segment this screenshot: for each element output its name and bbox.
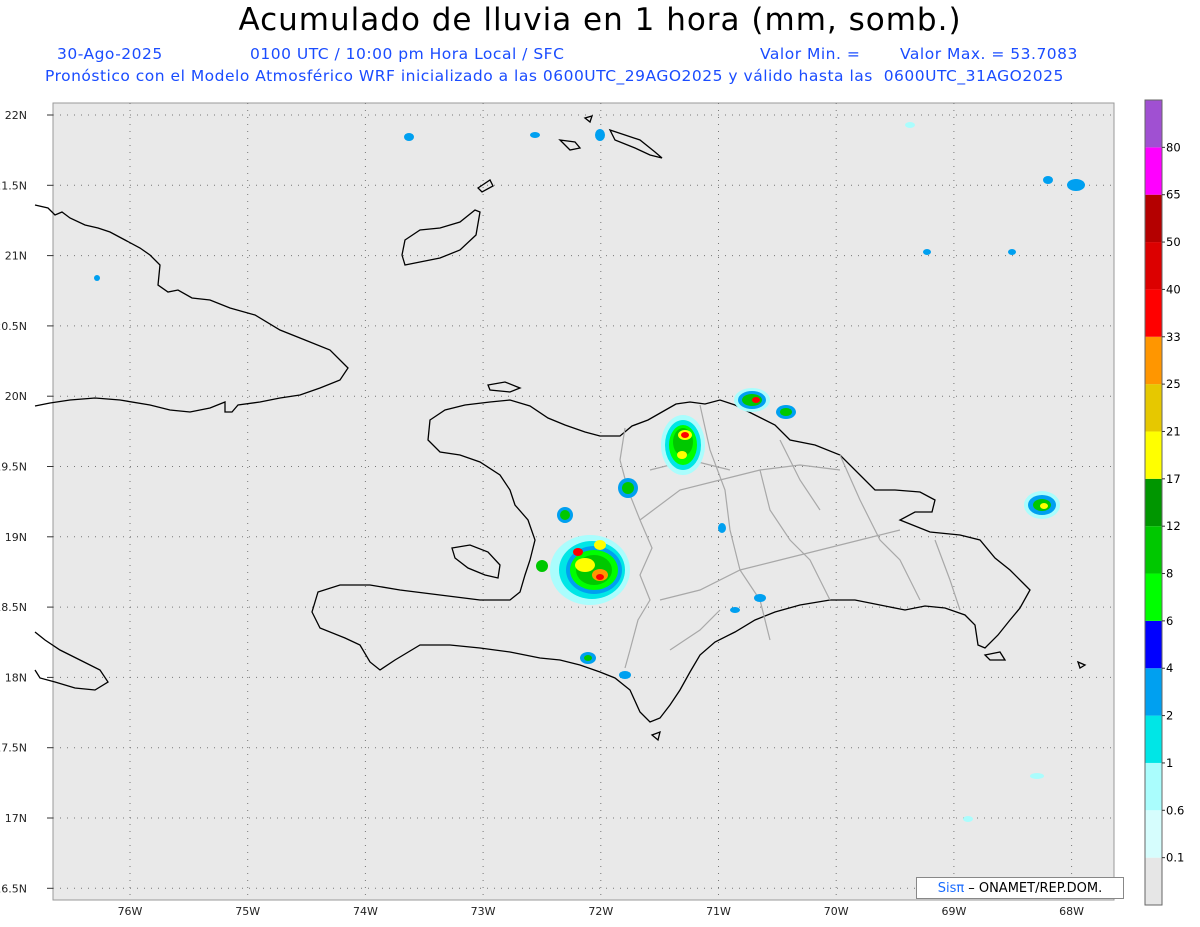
- max-value-label: Valor Max. = 53.7083: [900, 45, 1078, 63]
- colorbar-label: 4: [1166, 661, 1173, 675]
- lat-tick-label: 19N: [5, 531, 27, 544]
- colorbar-segment: [1145, 194, 1162, 243]
- lat-tick-label: 21N: [5, 250, 27, 263]
- colorbar-segment: [1145, 668, 1162, 716]
- colorbar-segment: [1145, 336, 1162, 385]
- latitude-labels: 22N 21.5N 21N 20.5N 20N 19.5N 19N 18.5N 18N 17.5N…: [0, 109, 27, 895]
- colorbar-segment: [1145, 289, 1162, 337]
- lat-tick-label: 16.5N: [0, 882, 27, 895]
- colorbar-segment: [1145, 810, 1162, 858]
- colorbar-label: 0.6: [1166, 803, 1184, 817]
- lat-tick-label: 20N: [5, 390, 27, 403]
- colorbar-label: 50: [1166, 235, 1181, 249]
- lon-tick-label: 71W: [706, 905, 731, 918]
- rain-cell-mona: [1024, 491, 1060, 519]
- colorbar: 0.10.612468121721253340506580: [1144, 99, 1184, 906]
- colorbar-label: 0.1: [1166, 851, 1184, 865]
- colorbar-segment: [1145, 762, 1162, 811]
- credit-org: – ONAMET/REP.DOM.: [968, 880, 1103, 896]
- colorbar-label: 40: [1166, 282, 1181, 296]
- lat-tick-label: 19.5N: [0, 461, 27, 474]
- colorbar-label: 17: [1166, 472, 1181, 486]
- colorbar-segment: [1145, 857, 1162, 905]
- longitude-labels: 76W 75W 74W 73W 72W 71W 70W 69W 68W: [118, 905, 1085, 918]
- lon-tick-label: 69W: [941, 905, 966, 918]
- colorbar-label: 1: [1166, 756, 1173, 770]
- lat-tick-label: 18.5N: [0, 601, 27, 614]
- date-label: 30-Ago-2025: [57, 45, 163, 63]
- map-title: Acumulado de lluvia en 1 hora (mm, somb.…: [238, 2, 962, 38]
- credit-brand: Sisπ: [937, 880, 965, 896]
- colorbar-segment: [1145, 478, 1162, 527]
- colorbar-label: 12: [1166, 519, 1181, 533]
- lat-tick-label: 17.5N: [0, 742, 27, 755]
- rainfall-map: 22N 21.5N 21N 20.5N 20N 19.5N 19N 18.5N 18N 17.5N…: [0, 99, 1184, 918]
- colorbar-label: 6: [1166, 614, 1173, 628]
- colorbar-label: 33: [1166, 330, 1181, 344]
- lon-tick-label: 72W: [588, 905, 613, 918]
- colorbar-segment: [1145, 715, 1162, 763]
- lon-tick-label: 70W: [824, 905, 849, 918]
- colorbar-segment: [1145, 526, 1162, 574]
- min-value-label: Valor Min. =: [760, 45, 861, 63]
- lon-tick-label: 74W: [353, 905, 378, 918]
- colorbar-label: 2: [1166, 709, 1173, 723]
- colorbar-segment: [1145, 100, 1162, 148]
- colorbar-segment: [1145, 147, 1162, 195]
- lon-tick-label: 68W: [1059, 905, 1084, 918]
- colorbar-segment: [1145, 573, 1162, 621]
- time-label: 0100 UTC / 10:00 pm Hora Local / SFC: [250, 45, 565, 63]
- map-background: [52, 102, 1115, 901]
- colorbar-segment: [1145, 620, 1162, 669]
- lat-tick-label: 17N: [5, 812, 27, 825]
- lat-tick-label: 18N: [5, 671, 27, 684]
- rain-cell-haiti-west: [550, 535, 630, 605]
- lon-tick-label: 73W: [471, 905, 496, 918]
- lon-tick-label: 75W: [235, 905, 260, 918]
- colorbar-label: 80: [1166, 140, 1181, 154]
- colorbar-segment: [1145, 242, 1162, 290]
- credit-box: Sisπ – ONAMET/REP.DOM.: [916, 877, 1124, 899]
- lat-tick-label: 22N: [5, 109, 27, 122]
- colorbar-segment: [1145, 431, 1162, 479]
- lat-tick-label: 21.5N: [0, 179, 27, 192]
- colorbar-label: 8: [1166, 567, 1173, 581]
- model-info-subtitle: Pronóstico con el Modelo Atmosférico WRF…: [45, 67, 1064, 85]
- colorbar-label: 21: [1166, 424, 1181, 438]
- lat-tick-label: 20.5N: [0, 320, 27, 333]
- colorbar-label: 65: [1166, 188, 1181, 202]
- rain-cell-north-dr: [661, 415, 705, 475]
- colorbar-segment: [1145, 384, 1162, 432]
- colorbar-label: 25: [1166, 377, 1181, 391]
- lon-tick-label: 76W: [118, 905, 143, 918]
